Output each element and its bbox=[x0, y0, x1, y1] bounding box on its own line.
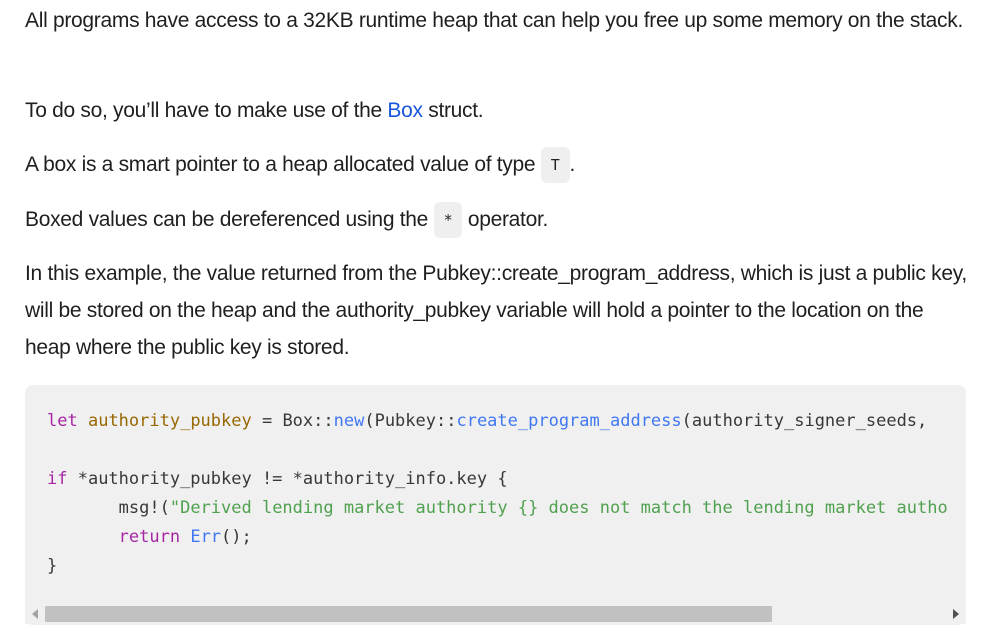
paragraph-example: In this example, the value returned from… bbox=[25, 262, 967, 359]
paragraph-heap-intro: All programs have access to a 32KB runti… bbox=[25, 9, 963, 32]
function-create-program-address: create_program_address bbox=[456, 411, 682, 431]
code-text: (authority_signer_seeds, bbox=[681, 411, 928, 431]
text: To do so, you’ll have to make use of the bbox=[25, 99, 388, 122]
code-block[interactable]: let authority_pubkey = Box::new(Pubkey::… bbox=[25, 385, 966, 625]
text: A box is a smart pointer to a heap alloc… bbox=[25, 153, 541, 176]
code-line-6: } bbox=[47, 556, 58, 576]
text: struct. bbox=[422, 99, 484, 122]
horizontal-scrollbar[interactable] bbox=[25, 604, 966, 624]
keyword-let: let bbox=[47, 411, 78, 431]
text: . bbox=[569, 153, 576, 176]
code-line-5: return Err(); bbox=[119, 527, 252, 547]
paragraph-dereference: Boxed values can be dereferenced using t… bbox=[25, 201, 970, 239]
function-err: Err bbox=[190, 527, 222, 547]
inline-code-operator: * bbox=[433, 202, 463, 239]
code-content: let authority_pubkey = Box::new(Pubkey::… bbox=[47, 407, 948, 581]
scroll-left-arrow-icon[interactable] bbox=[32, 609, 38, 619]
text: Boxed values can be dereferenced using t… bbox=[25, 208, 434, 231]
scroll-right-arrow-icon[interactable] bbox=[953, 609, 959, 619]
box-link[interactable]: Box bbox=[387, 99, 423, 122]
inline-code-type: T bbox=[540, 147, 570, 184]
code-text: (); bbox=[221, 527, 252, 547]
code-text: *authority_pubkey != *authority_info.key… bbox=[67, 469, 508, 489]
code-line-4: msg!("Derived lending market authority {… bbox=[119, 498, 948, 518]
scrollbar-thumb[interactable] bbox=[45, 606, 772, 622]
code-text: (Pubkey:: bbox=[364, 411, 457, 431]
text: operator. bbox=[462, 208, 549, 231]
macro-msg: msg!( bbox=[118, 498, 170, 518]
string-literal: "Derived lending market authority {} doe… bbox=[169, 498, 948, 518]
code-line-1: let authority_pubkey = Box::new(Pubkey::… bbox=[47, 411, 927, 431]
code-text: = Box:: bbox=[251, 411, 334, 431]
code-line-3: if *authority_pubkey != *authority_info.… bbox=[47, 469, 508, 489]
keyword-if: if bbox=[47, 469, 68, 489]
function-new: new bbox=[333, 411, 365, 431]
paragraph-box-struct: To do so, you’ll have to make use of the… bbox=[25, 92, 970, 129]
paragraph-smart-pointer: A box is a smart pointer to a heap alloc… bbox=[25, 146, 970, 184]
variable-authority-pubkey: authority_pubkey bbox=[87, 411, 252, 431]
keyword-return: return bbox=[118, 527, 181, 547]
